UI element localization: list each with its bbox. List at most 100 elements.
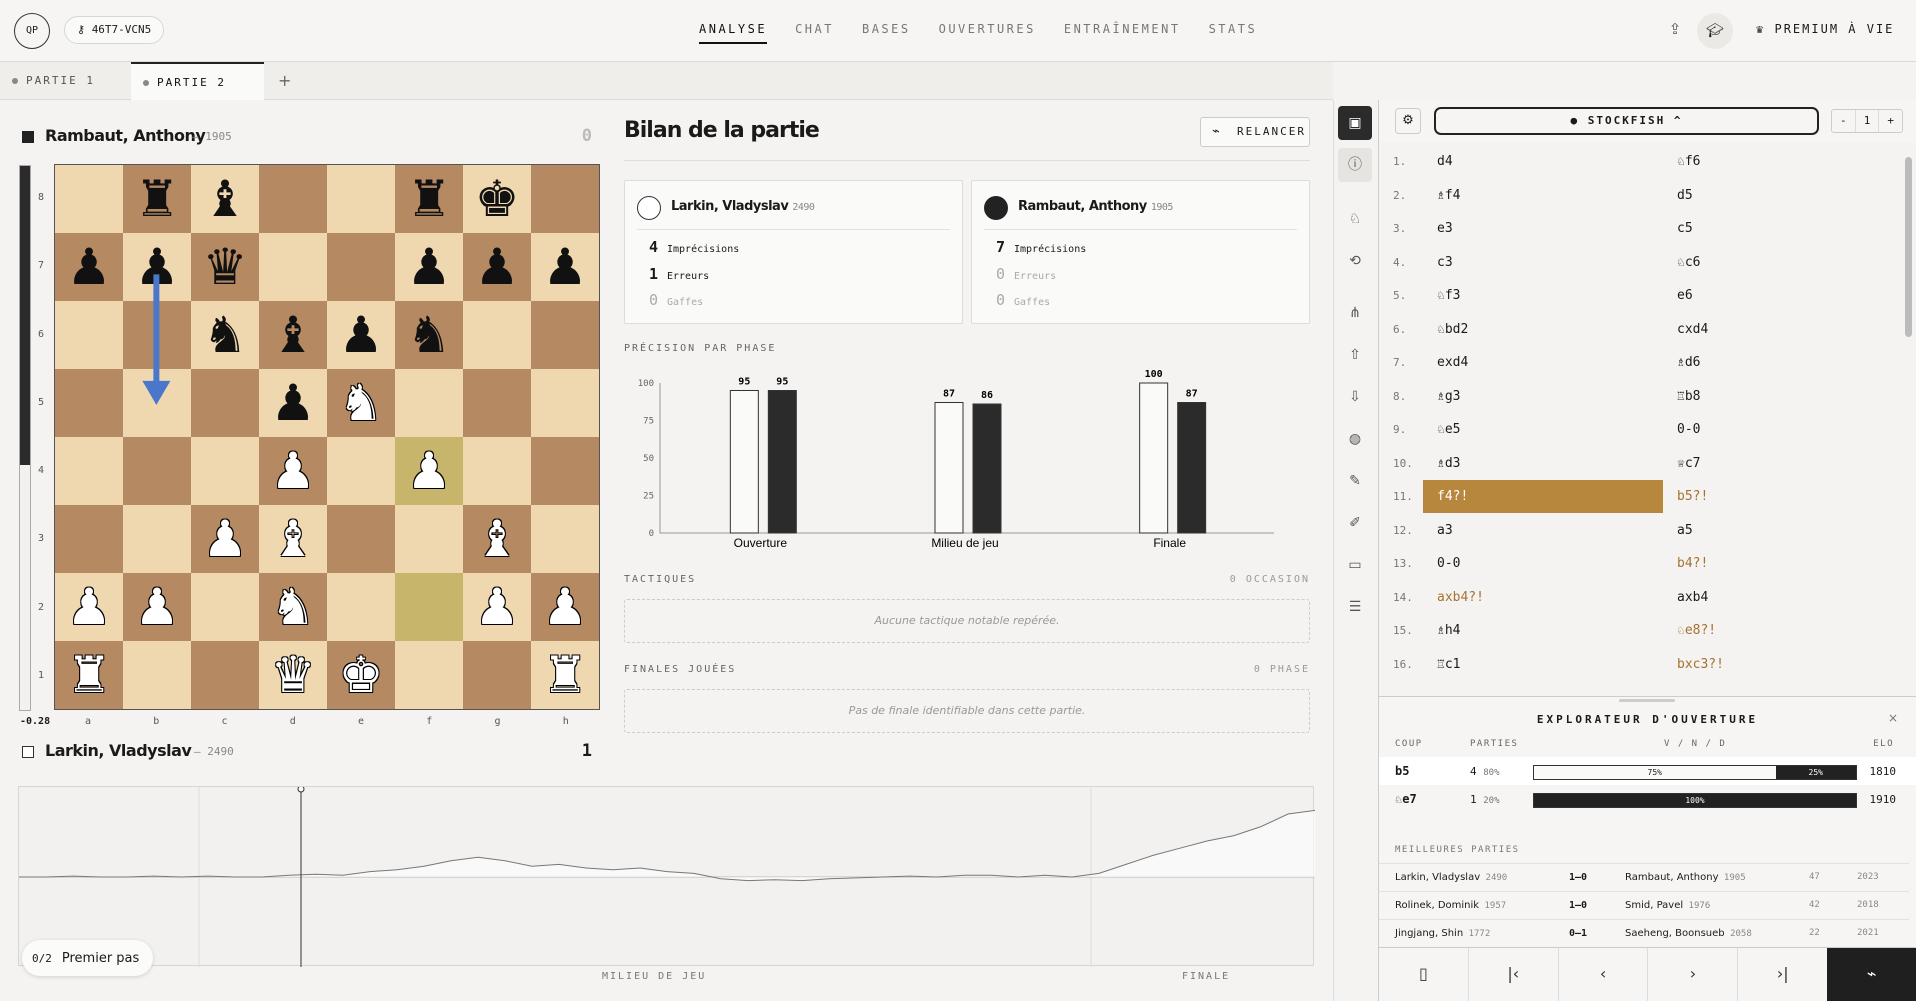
chart-icon[interactable]: ⌁ [1827, 948, 1916, 1001]
black-pawn-icon[interactable]: ♟ [475, 242, 520, 292]
white-pawn-icon[interactable]: ♟ [543, 582, 588, 632]
nav-bases[interactable]: BASES [862, 22, 911, 44]
square-e3[interactable] [327, 505, 395, 573]
black-knight-icon[interactable]: ♞ [407, 310, 452, 360]
engine-lines-stepper[interactable]: - 1 + [1831, 109, 1903, 133]
nav-stats[interactable]: STATS [1209, 22, 1258, 44]
square-d7[interactable] [259, 233, 327, 301]
engine-selector[interactable]: ● STOCKFISH ^ [1434, 107, 1819, 135]
black-move[interactable]: e6 [1663, 279, 1899, 312]
black-move[interactable]: axb4 [1663, 581, 1899, 614]
square-h4[interactable] [531, 437, 599, 505]
square-b7[interactable]: ♟ [123, 233, 191, 301]
nav-entrainement[interactable]: ENTRAÎNEMENT [1064, 22, 1181, 44]
square-b2[interactable]: ♟ [123, 573, 191, 641]
download-icon[interactable]: ⇩ [1338, 380, 1372, 414]
square-c4[interactable] [191, 437, 259, 505]
square-a6[interactable] [55, 301, 123, 369]
move-list[interactable]: 1. d4 ♘f6 2. ♗f4 d5 3. e3 c5 4. c3 ♘c6 5. ♘f3 e6 6. ♘bd2… [1379, 145, 1916, 695]
best-game-row[interactable]: Larkin, Vladyslav 2490 1–0 Rambaut, Anthon… [1379, 863, 1909, 891]
square-e6[interactable]: ♟ [327, 301, 395, 369]
white-pawn-icon[interactable]: ♟ [407, 446, 452, 496]
white-move[interactable]: 0-0 [1423, 547, 1663, 580]
square-g6[interactable] [463, 301, 531, 369]
white-knight-icon[interactable]: ♞ [339, 378, 384, 428]
white-move[interactable]: ♘bd2 [1423, 313, 1663, 346]
square-b4[interactable] [123, 437, 191, 505]
square-a1[interactable]: ♜ [55, 641, 123, 709]
lines-plus-button[interactable]: + [1878, 110, 1902, 132]
black-rook-icon[interactable]: ♜ [407, 174, 452, 224]
black-pawn-icon[interactable]: ♟ [67, 242, 112, 292]
white-bishop-icon[interactable]: ♝ [475, 514, 520, 564]
tab-partie-1[interactable]: PARTIE 1 [0, 62, 130, 100]
add-tab-button[interactable]: + [278, 71, 291, 90]
square-f3[interactable] [395, 505, 463, 573]
white-move[interactable]: ♘f3 [1423, 279, 1663, 312]
best-game-row[interactable]: Rolinek, Dominik 1957 1–0 Smid, Pavel 1976… [1379, 891, 1909, 919]
first-steps-button[interactable]: 0/2 Premier pas [22, 940, 154, 976]
explorer-row[interactable]: b5 4 80% 75% 25% 1810 [1379, 757, 1916, 785]
white-king-icon[interactable]: ♚ [339, 650, 384, 700]
black-pawn-icon[interactable]: ♟ [271, 378, 316, 428]
black-move[interactable]: b5?! [1663, 480, 1899, 513]
square-c3[interactable]: ♟ [191, 505, 259, 573]
black-rook-icon[interactable]: ♜ [135, 174, 180, 224]
next-move-icon[interactable]: › [1647, 948, 1737, 1001]
move-list-scrollbar[interactable] [1905, 145, 1912, 695]
knight-icon[interactable]: ♘ [1338, 202, 1372, 236]
square-a4[interactable] [55, 437, 123, 505]
square-d6[interactable]: ♝ [259, 301, 327, 369]
comment-icon[interactable]: ▭ [1338, 548, 1372, 582]
white-move[interactable]: c3 [1423, 246, 1663, 279]
square-b5[interactable] [123, 369, 191, 437]
relaunch-button[interactable]: ⌁ RELANCER [1200, 117, 1310, 147]
square-b3[interactable] [123, 505, 191, 573]
white-queen-icon[interactable]: ♛ [271, 650, 316, 700]
white-rook-icon[interactable]: ♜ [543, 650, 588, 700]
square-b6[interactable] [123, 301, 191, 369]
square-e2[interactable] [327, 573, 395, 641]
square-f6[interactable]: ♞ [395, 301, 463, 369]
edit-icon[interactable]: ✎ [1338, 464, 1372, 498]
square-a5[interactable] [55, 369, 123, 437]
nav-ouvertures[interactable]: OUVERTURES [939, 22, 1036, 44]
tab-partie-2[interactable]: PARTIE 2 [131, 62, 264, 100]
square-c8[interactable]: ♝ [191, 165, 259, 233]
white-move[interactable]: exd4 [1423, 346, 1663, 379]
white-pawn-icon[interactable]: ♟ [475, 582, 520, 632]
square-e1[interactable]: ♚ [327, 641, 395, 709]
square-c7[interactable]: ♛ [191, 233, 259, 301]
flip-icon[interactable]: ⟲ [1338, 244, 1372, 278]
explorer-row[interactable]: ♘e7 1 20% 100% 1910 [1379, 785, 1916, 813]
nav-analyse[interactable]: ANALYSE [699, 22, 768, 44]
black-move[interactable]: ♘e8?! [1663, 614, 1899, 647]
square-h3[interactable] [531, 505, 599, 573]
white-bishop-icon[interactable]: ♝ [271, 514, 316, 564]
square-c2[interactable] [191, 573, 259, 641]
pen-icon[interactable]: ✐ [1338, 506, 1372, 540]
white-move[interactable]: a3 [1423, 514, 1663, 547]
black-queen-icon[interactable]: ♛ [203, 242, 248, 292]
upload-icon[interactable]: ⇧ [1338, 338, 1372, 372]
game-code-chip[interactable]: ⚷ 46T7-VCN5 [64, 16, 165, 44]
drag-handle[interactable] [1619, 699, 1675, 702]
globe-icon[interactable]: ◍ [1338, 422, 1372, 456]
square-h5[interactable] [531, 369, 599, 437]
square-e8[interactable] [327, 165, 395, 233]
sliders-icon[interactable]: ☰ [1338, 590, 1372, 624]
cursor-handle[interactable] [297, 787, 305, 793]
black-knight-icon[interactable]: ♞ [203, 310, 248, 360]
square-f8[interactable]: ♜ [395, 165, 463, 233]
scroll-thumb[interactable] [1905, 157, 1912, 337]
square-f1[interactable] [395, 641, 463, 709]
square-b1[interactable] [123, 641, 191, 709]
square-h8[interactable] [531, 165, 599, 233]
white-pawn-icon[interactable]: ♟ [271, 446, 316, 496]
white-move[interactable]: ♘e5 [1423, 413, 1663, 446]
square-c5[interactable] [191, 369, 259, 437]
white-move[interactable]: ♗g3 [1423, 380, 1663, 413]
square-g3[interactable]: ♝ [463, 505, 531, 573]
white-move[interactable]: ♗h4 [1423, 614, 1663, 647]
save-icon[interactable]: ▣ [1338, 106, 1372, 140]
